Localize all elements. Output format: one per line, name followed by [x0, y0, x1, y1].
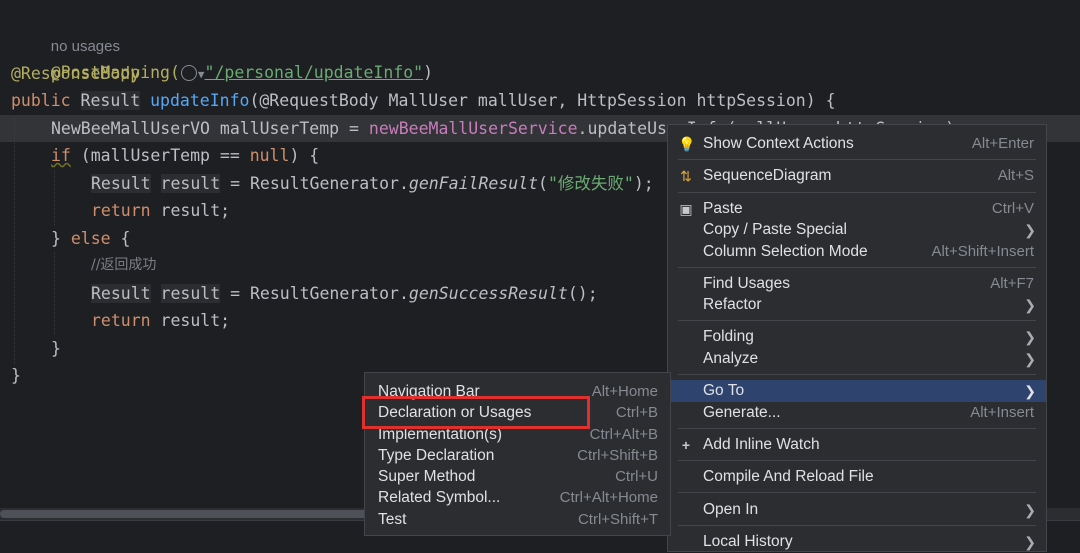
- menu-separator: [678, 460, 1036, 461]
- chevron-right-icon: ❯: [1024, 383, 1036, 399]
- code-line-2: @ResponseBody: [11, 64, 141, 83]
- usages-hint[interactable]: no usages: [11, 5, 1080, 55]
- clipboard-icon: ▣: [679, 201, 693, 217]
- add-watch-icon: +: [681, 437, 691, 453]
- chevron-right-icon: ❯: [1024, 222, 1036, 238]
- menu-separator: [678, 428, 1036, 429]
- context-menu: 💡 Show Context Actions Alt+Enter ⇅ Seque…: [667, 124, 1047, 552]
- menu-separator: [678, 159, 1036, 160]
- menu-separator: [678, 374, 1036, 375]
- menu-separator: [678, 267, 1036, 268]
- menu-item-show-context-actions[interactable]: 💡 Show Context Actions Alt+Enter: [668, 133, 1046, 155]
- menu-item-folding[interactable]: Folding ❯: [668, 326, 1046, 348]
- menu-item-open-in[interactable]: Open In ❯: [668, 499, 1046, 521]
- submenu-item-test[interactable]: Test Ctrl+Shift+T: [365, 509, 670, 531]
- code-line-3: public Result updateInfo(@RequestBody Ma…: [11, 91, 836, 110]
- submenu-item-related-symbol[interactable]: Related Symbol... Ctrl+Alt+Home: [365, 487, 670, 509]
- menu-item-compile-and-reload[interactable]: Compile And Reload File: [668, 466, 1046, 488]
- chevron-right-icon: ❯: [1024, 351, 1036, 367]
- submenu-item-super-method[interactable]: Super Method Ctrl+U: [365, 466, 670, 488]
- menu-item-generate[interactable]: Generate... Alt+Insert: [668, 402, 1046, 424]
- menu-item-find-usages[interactable]: Find Usages Alt+F7: [668, 273, 1046, 295]
- menu-item-paste[interactable]: ▣ Paste Ctrl+V: [668, 198, 1046, 220]
- chevron-right-icon: ❯: [1024, 297, 1036, 313]
- menu-item-copy-paste-special[interactable]: Copy / Paste Special ❯: [668, 219, 1046, 241]
- horizontal-scrollbar-thumb[interactable]: [0, 510, 420, 518]
- chevron-right-icon: ❯: [1024, 329, 1036, 345]
- menu-item-local-history[interactable]: Local History ❯: [668, 531, 1046, 553]
- indent-guide: [54, 170, 55, 225]
- highlight-annotation-box: [362, 396, 590, 429]
- indent-guide: [54, 252, 55, 335]
- menu-item-refactor[interactable]: Refactor ❯: [668, 294, 1046, 316]
- code-line-1: @PostMapping(▼"/personal/updateInfo"): [50, 63, 433, 82]
- menu-separator: [678, 320, 1036, 321]
- menu-separator: [678, 525, 1036, 526]
- menu-item-analyze[interactable]: Analyze ❯: [668, 348, 1046, 370]
- sequence-diagram-icon: ⇅: [680, 168, 692, 184]
- menu-separator: [678, 492, 1036, 493]
- chevron-right-icon: ❯: [1024, 534, 1036, 550]
- bulb-icon: 💡: [678, 136, 696, 152]
- menu-item-go-to[interactable]: Go To ❯: [668, 380, 1046, 402]
- menu-item-column-selection-mode[interactable]: Column Selection Mode Alt+Shift+Insert: [668, 241, 1046, 263]
- menu-item-sequence-diagram[interactable]: ⇅ SequenceDiagram Alt+S: [668, 165, 1046, 187]
- menu-item-add-inline-watch[interactable]: + Add Inline Watch: [668, 434, 1046, 456]
- chevron-right-icon: ❯: [1024, 502, 1036, 518]
- menu-separator: [678, 192, 1036, 193]
- indent-guide: [14, 118, 15, 364]
- submenu-item-type-declaration[interactable]: Type Declaration Ctrl+Shift+B: [365, 445, 670, 467]
